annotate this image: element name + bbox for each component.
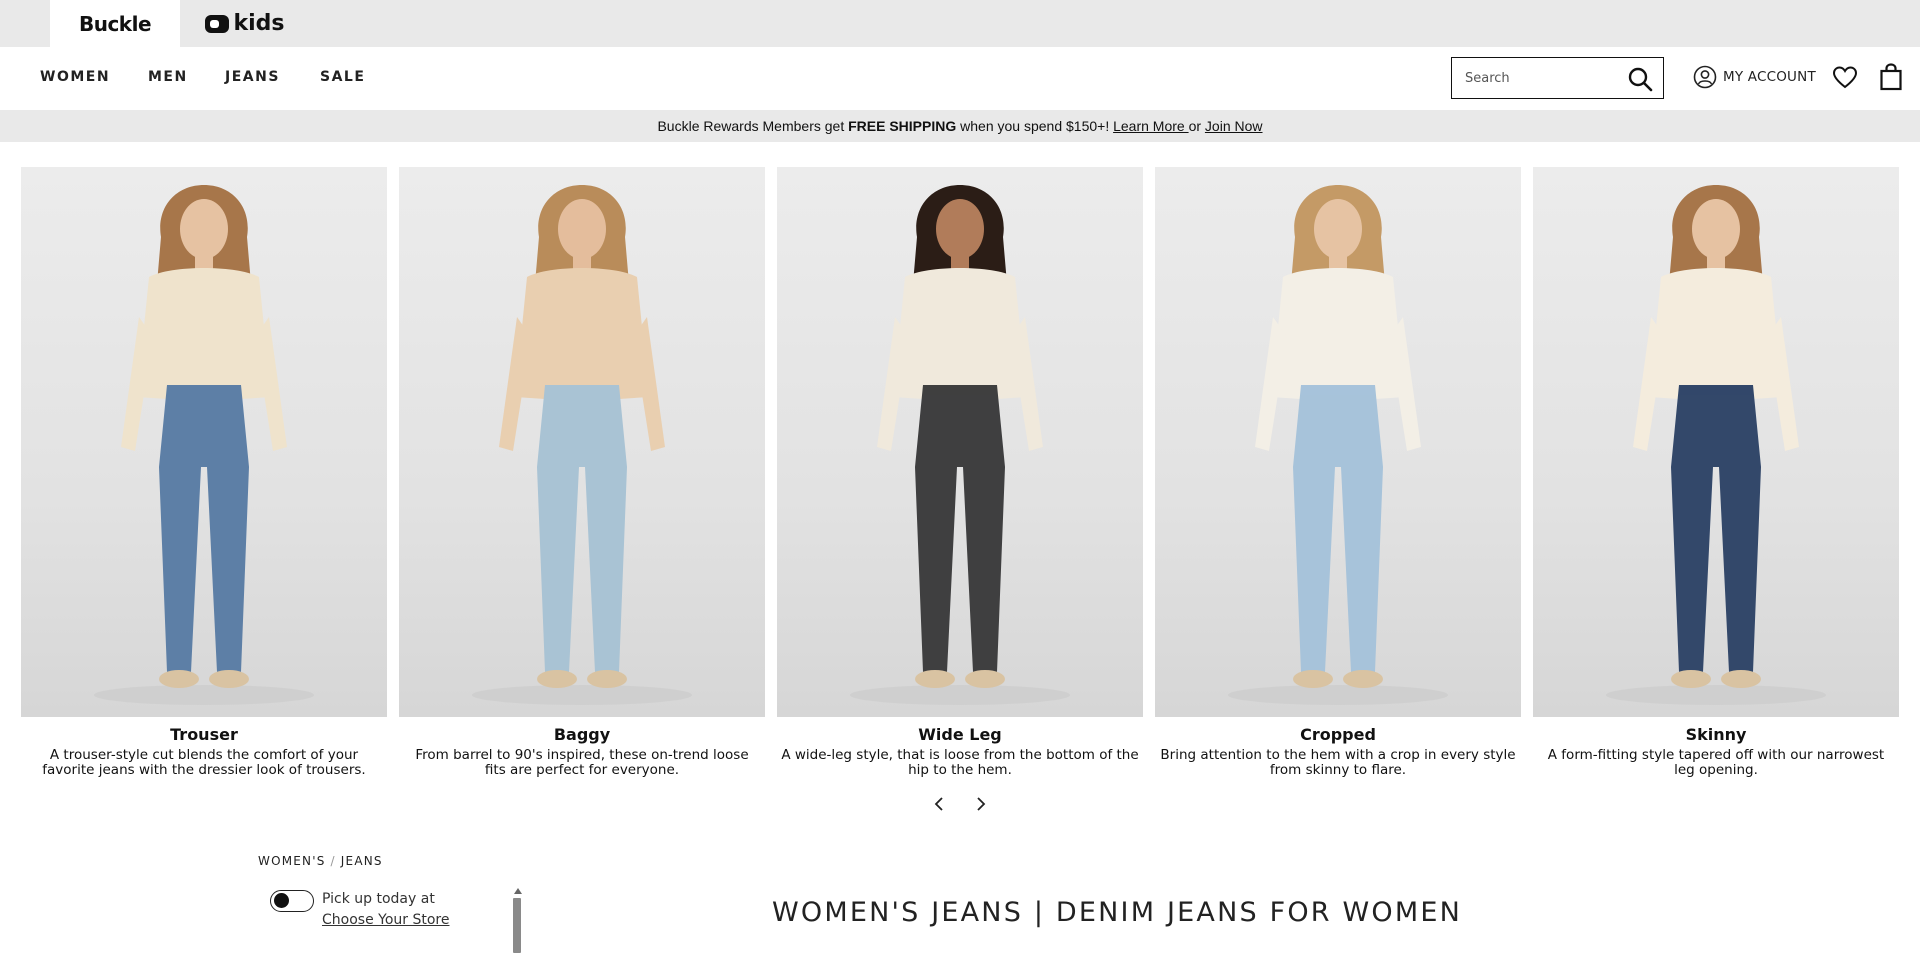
filter-scrollbar[interactable] [513,888,523,953]
choose-store-link[interactable]: Choose Your Store [322,910,449,931]
breadcrumb: WOMEN'S / JEANS [258,854,383,868]
nav-women[interactable]: WOMEN [40,69,110,85]
chevron-left-icon[interactable] [930,795,948,813]
category-title[interactable]: Cropped [1155,725,1521,744]
search-input[interactable] [1452,60,1617,96]
learn-more-link[interactable]: Learn More [1113,118,1188,134]
nav-jeans[interactable]: JEANS [225,69,280,85]
category-image[interactable] [1155,167,1521,717]
brand-bar: Buckle kids [0,0,1920,47]
category-description: A wide-leg style, that is loose from the… [781,747,1139,778]
category-description: From barrel to 90's inspired, these on-t… [415,747,749,778]
join-now-link[interactable]: Join Now [1205,118,1263,134]
fit-carousel: Trouser A trouser-style cut blends the c… [0,167,1920,817]
kids-label: kids [233,11,285,36]
toggle-knob [274,893,289,908]
search-icon[interactable] [1627,66,1653,92]
category-description: A form-fitting style tapered off with ou… [1547,747,1885,778]
category-image[interactable] [399,167,765,717]
pickup-text: Pick up today at Choose Your Store [322,889,449,931]
category-title[interactable]: Wide Leg [777,725,1143,744]
category-title[interactable]: Trouser [21,725,387,744]
category-description: A trouser-style cut blends the comfort o… [42,747,366,778]
category-card-cropped[interactable]: Cropped Bring attention to the hem with … [1155,167,1521,777]
promo-or: or [1188,118,1205,134]
breadcrumb-separator: / [330,854,336,868]
shopping-bag-icon[interactable] [1879,63,1903,91]
nav-sale[interactable]: SALE [320,69,365,85]
pickup-label: Pick up today at [322,891,435,907]
carousel-controls [930,795,990,813]
promo-text: Buckle Rewards Members get [657,118,849,134]
category-image[interactable] [1533,167,1899,717]
tab-kids[interactable]: kids [195,0,295,47]
category-image[interactable] [21,167,387,717]
category-card-trouser[interactable]: Trouser A trouser-style cut blends the c… [21,167,387,777]
my-account-button[interactable]: MY ACCOUNT [1693,65,1816,89]
category-card-skinny[interactable]: Skinny A form-fitting style tapered off … [1533,167,1899,777]
scroll-up-icon[interactable] [514,888,522,894]
my-account-label: MY ACCOUNT [1723,69,1816,85]
model-photo [1228,185,1448,705]
category-description: Bring attention to the hem with a crop i… [1160,747,1516,778]
model-photo [1606,185,1826,705]
category-title[interactable]: Baggy [399,725,765,744]
heart-icon[interactable] [1832,65,1858,91]
kids-mark-icon [205,14,230,33]
model-photo [850,185,1070,705]
main-nav: WOMEN MEN JEANS SALE MY ACCOUNT [0,47,1920,110]
tab-buckle[interactable]: Buckle [50,0,180,47]
kids-logo: kids [205,11,285,36]
search-box [1451,57,1664,99]
pickup-toggle[interactable] [270,890,314,912]
scroll-thumb[interactable] [513,898,521,953]
promo-free-shipping: FREE SHIPPING [848,118,957,134]
category-card-wide-leg[interactable]: Wide Leg A wide-leg style, that is loose… [777,167,1143,777]
promo-text-2: when you spend $150+! [956,118,1114,134]
model-photo [94,185,314,705]
page-title: WOMEN'S JEANS | DENIM JEANS FOR WOMEN [771,897,1463,928]
category-card-baggy[interactable]: Baggy From barrel to 90's inspired, thes… [399,167,765,777]
user-icon [1693,65,1717,89]
category-image[interactable] [777,167,1143,717]
nav-men[interactable]: MEN [148,69,188,85]
model-photo [472,185,692,705]
promo-bar: Buckle Rewards Members get FREE SHIPPING… [0,110,1920,142]
buckle-logo: Buckle [78,11,152,36]
breadcrumb-jeans[interactable]: JEANS [341,854,383,868]
chevron-right-icon[interactable] [972,795,990,813]
category-title[interactable]: Skinny [1533,725,1899,744]
pickup-filter: Pick up today at Choose Your Store [270,889,449,931]
breadcrumb-womens[interactable]: WOMEN'S [258,854,326,868]
